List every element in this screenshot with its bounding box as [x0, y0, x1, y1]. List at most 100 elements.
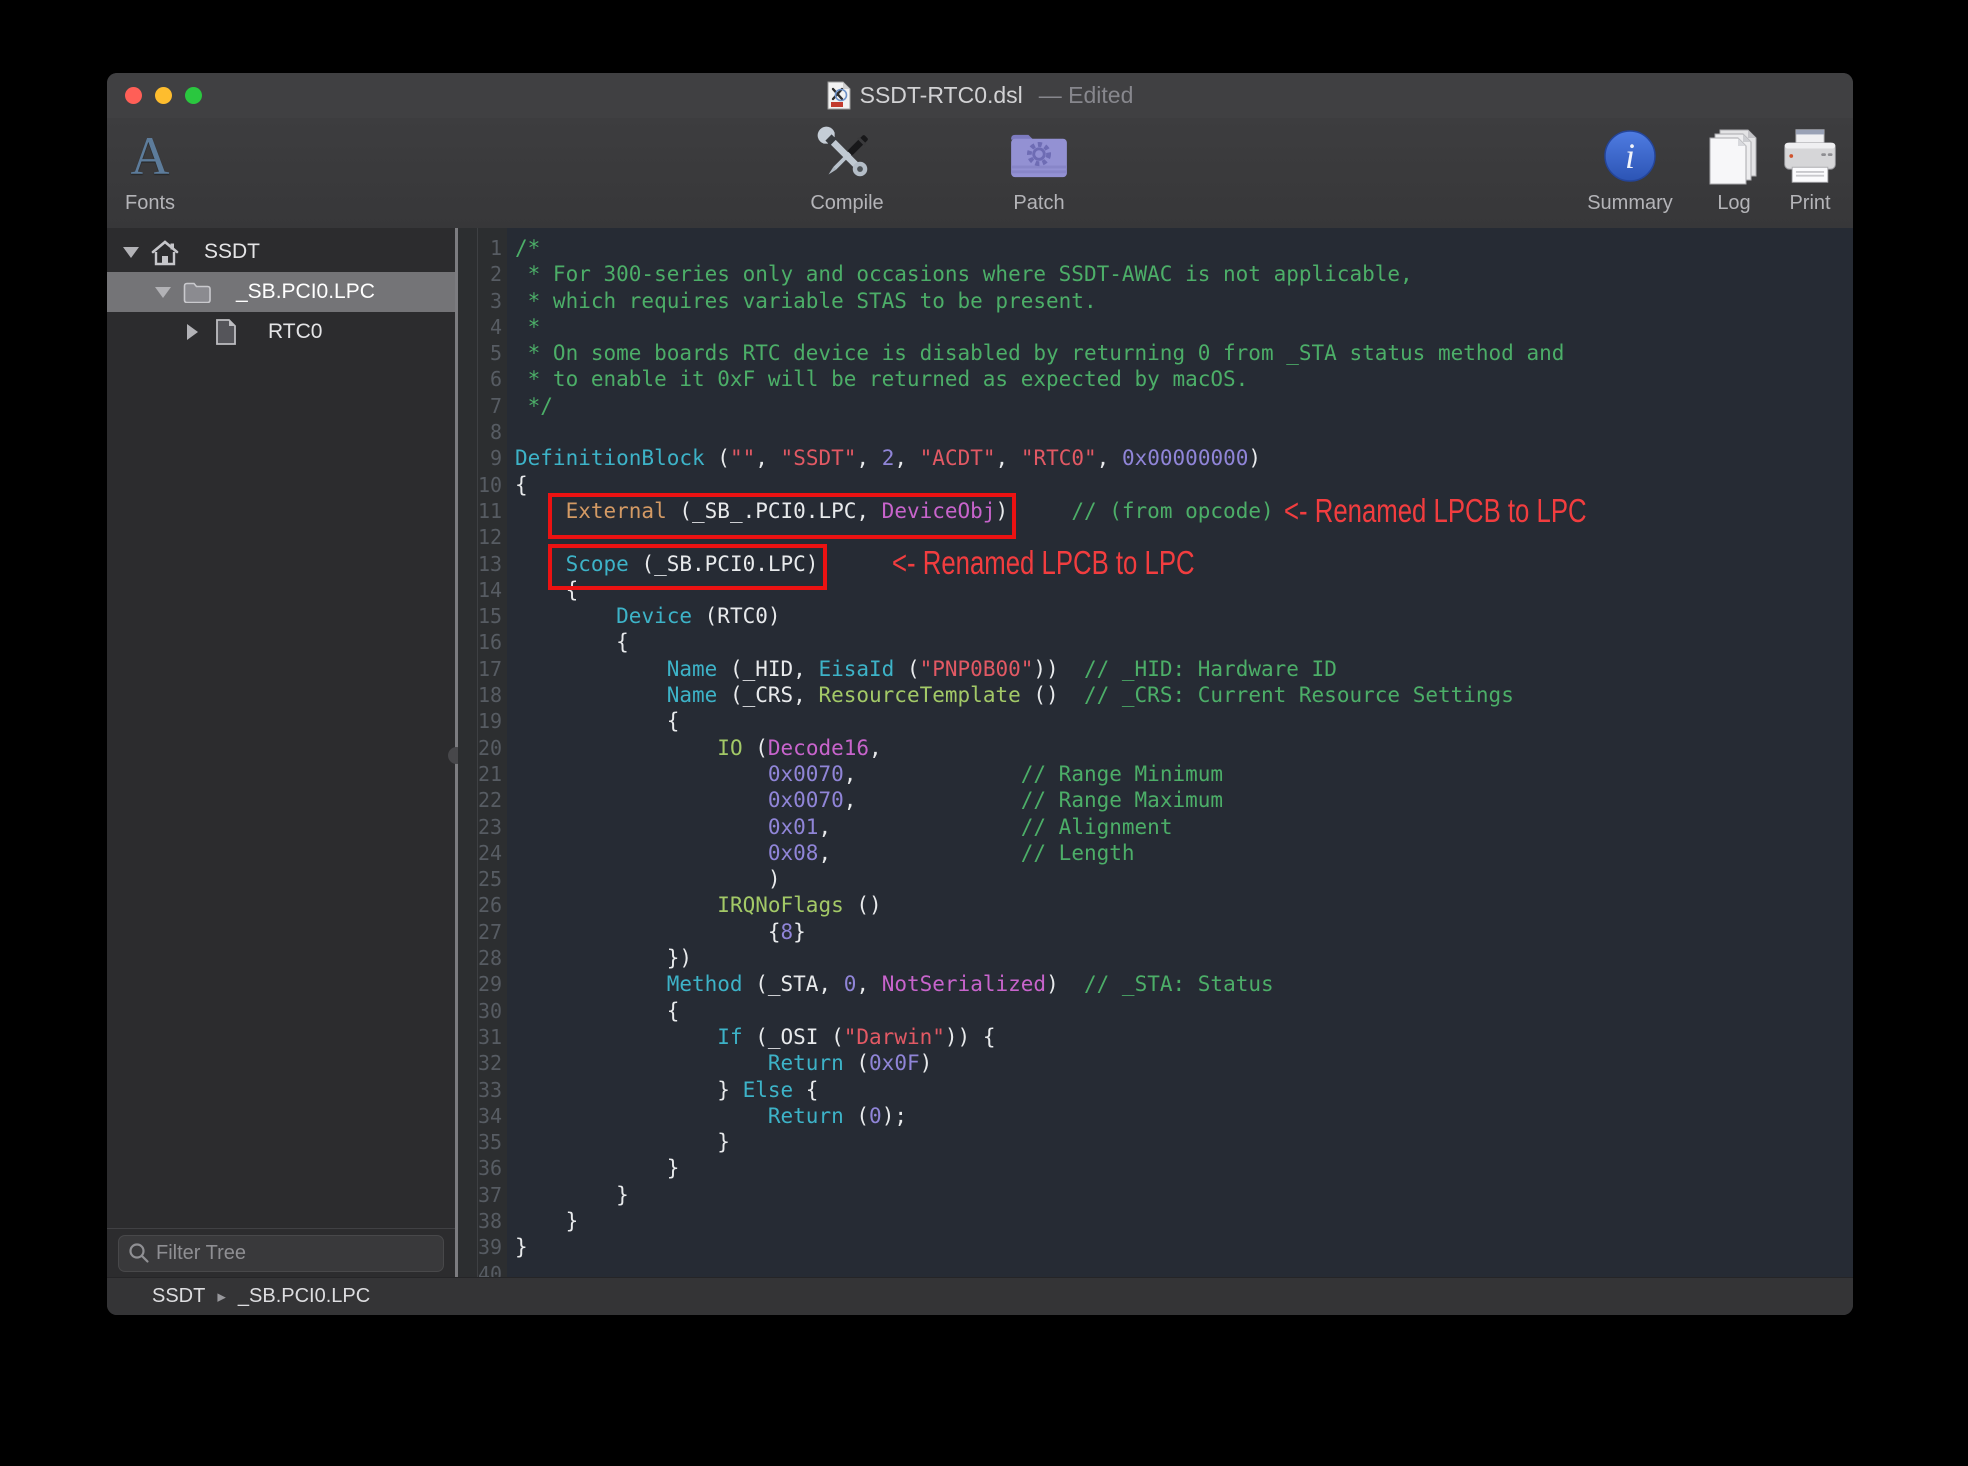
code-lines: /* * For 300-series only and occasions w…	[507, 235, 1853, 1278]
line-number: 18	[478, 682, 507, 708]
title-group: SSDT-RTC0.dsl — Edited	[107, 73, 1853, 118]
summary-info-icon: i	[1603, 124, 1657, 188]
home-icon	[151, 239, 179, 272]
line-number: 36	[478, 1155, 507, 1181]
line-number: 16	[478, 629, 507, 655]
compile-label: Compile	[810, 192, 883, 215]
code-line	[515, 419, 1853, 445]
summary-button[interactable]: i Summary	[1579, 124, 1681, 215]
line-number: 4	[478, 314, 507, 340]
patch-label: Patch	[1013, 192, 1064, 215]
folder-icon	[183, 282, 211, 309]
print-icon	[1780, 124, 1840, 188]
tree-item-rtc0[interactable]: RTC0	[107, 312, 455, 352]
line-number: 26	[478, 892, 507, 918]
path-bar: SSDT ▸ _SB.PCI0.LPC	[107, 1277, 1853, 1315]
line-number: 21	[478, 761, 507, 787]
line-number: 9	[478, 445, 507, 471]
code-line: DefinitionBlock ("", "SSDT", 2, "ACDT", …	[515, 445, 1853, 471]
line-number: 22	[478, 787, 507, 813]
code-line: }	[515, 1234, 1853, 1260]
code-line: * which requires variable STAS to be pre…	[515, 288, 1853, 314]
window-title: SSDT-RTC0.dsl	[860, 82, 1023, 109]
document-proxy-icon	[827, 81, 851, 110]
tree-item-label: _SB.PCI0.LPC	[236, 280, 375, 304]
code-line: {	[515, 472, 1853, 498]
code-line: {	[515, 629, 1853, 655]
filter-area	[107, 1228, 455, 1278]
code-line: 0x0070, // Range Maximum	[515, 787, 1853, 813]
code-line: */	[515, 393, 1853, 419]
print-button[interactable]: Print	[1775, 124, 1845, 215]
code-line: {	[515, 708, 1853, 734]
line-number: 1	[478, 235, 507, 261]
code-line: * For 300-series only and occasions wher…	[515, 261, 1853, 287]
code-line: * to enable it 0xF will be returned as e…	[515, 366, 1853, 392]
line-number: 28	[478, 945, 507, 971]
tree-item-ssdt[interactable]: SSDT	[107, 232, 455, 272]
line-number: 14	[478, 577, 507, 603]
tree-item-label: SSDT	[204, 240, 260, 264]
disclosure-triangle-icon[interactable]	[123, 247, 139, 258]
code-area[interactable]: /* * For 300-series only and occasions w…	[507, 228, 1853, 1278]
search-icon	[128, 1242, 150, 1269]
code-line: Name (_CRS, ResourceTemplate () // _CRS:…	[515, 682, 1853, 708]
print-label: Print	[1789, 192, 1830, 215]
code-line: IRQNoFlags ()	[515, 892, 1853, 918]
content-area: SSDT _SB.PCI0.LPC	[107, 228, 1853, 1278]
fonts-label: Fonts	[125, 192, 175, 215]
line-numbers: 1234567891011121314151617181920212223242…	[478, 228, 507, 1278]
line-number: 2	[478, 261, 507, 287]
code-line: }	[515, 1208, 1853, 1234]
patch-icon	[1008, 124, 1070, 188]
window-edited-status: — Edited	[1039, 82, 1134, 109]
compile-button[interactable]: Compile	[800, 124, 894, 215]
code-line: )	[515, 866, 1853, 892]
app-window: SSDT-RTC0.dsl — Edited A Fonts	[107, 73, 1853, 1315]
code-line: } Else {	[515, 1077, 1853, 1103]
line-number: 27	[478, 919, 507, 945]
line-number: 32	[478, 1050, 507, 1076]
filter-tree-input[interactable]	[118, 1235, 444, 1272]
code-line: If (_OSI ("Darwin")) {	[515, 1024, 1853, 1050]
line-number: 38	[478, 1208, 507, 1234]
line-number: 35	[478, 1129, 507, 1155]
code-line: External (_SB_.PCI0.LPC, DeviceObj) // (…	[515, 498, 1853, 524]
title-bar: SSDT-RTC0.dsl — Edited	[107, 73, 1853, 118]
fonts-icon: A	[131, 129, 170, 183]
line-number: 6	[478, 366, 507, 392]
code-line: 0x0070, // Range Minimum	[515, 761, 1853, 787]
line-number: 24	[478, 840, 507, 866]
code-line: }	[515, 1182, 1853, 1208]
patch-button[interactable]: Patch	[995, 124, 1083, 215]
line-number: 5	[478, 340, 507, 366]
line-number: 39	[478, 1234, 507, 1260]
code-line: * On some boards RTC device is disabled …	[515, 340, 1853, 366]
line-number: 10	[478, 472, 507, 498]
breadcrumb-separator-icon: ▸	[217, 1287, 226, 1307]
line-number: 34	[478, 1103, 507, 1129]
code-line: Name (_HID, EisaId ("PNP0B00")) // _HID:…	[515, 656, 1853, 682]
line-number: 40	[478, 1261, 507, 1278]
disclosure-triangle-icon[interactable]	[155, 287, 171, 298]
line-number: 25	[478, 866, 507, 892]
disclosure-triangle-icon[interactable]	[187, 324, 198, 340]
tree-item-sb-pci0-lpc[interactable]: _SB.PCI0.LPC	[107, 272, 455, 312]
line-number: 30	[478, 998, 507, 1024]
code-line: }	[515, 1129, 1853, 1155]
code-line: Return (0x0F)	[515, 1050, 1853, 1076]
svg-text:i: i	[1625, 136, 1635, 176]
line-number: 8	[478, 419, 507, 445]
breadcrumb-root[interactable]: SSDT	[152, 1285, 205, 1308]
gutter-margin	[458, 228, 478, 1278]
fonts-button[interactable]: A Fonts	[115, 124, 185, 215]
annotation-text-external: <- Renamed LPCB to LPC	[1284, 492, 1587, 530]
sidebar: SSDT _SB.PCI0.LPC	[107, 228, 455, 1278]
line-number: 33	[478, 1077, 507, 1103]
breadcrumb-scope[interactable]: _SB.PCI0.LPC	[238, 1285, 370, 1308]
line-number: 7	[478, 393, 507, 419]
code-line: Device (RTC0)	[515, 603, 1853, 629]
tree-item-label: RTC0	[268, 320, 322, 344]
log-button[interactable]: Log	[1697, 124, 1771, 215]
code-line: {	[515, 998, 1853, 1024]
